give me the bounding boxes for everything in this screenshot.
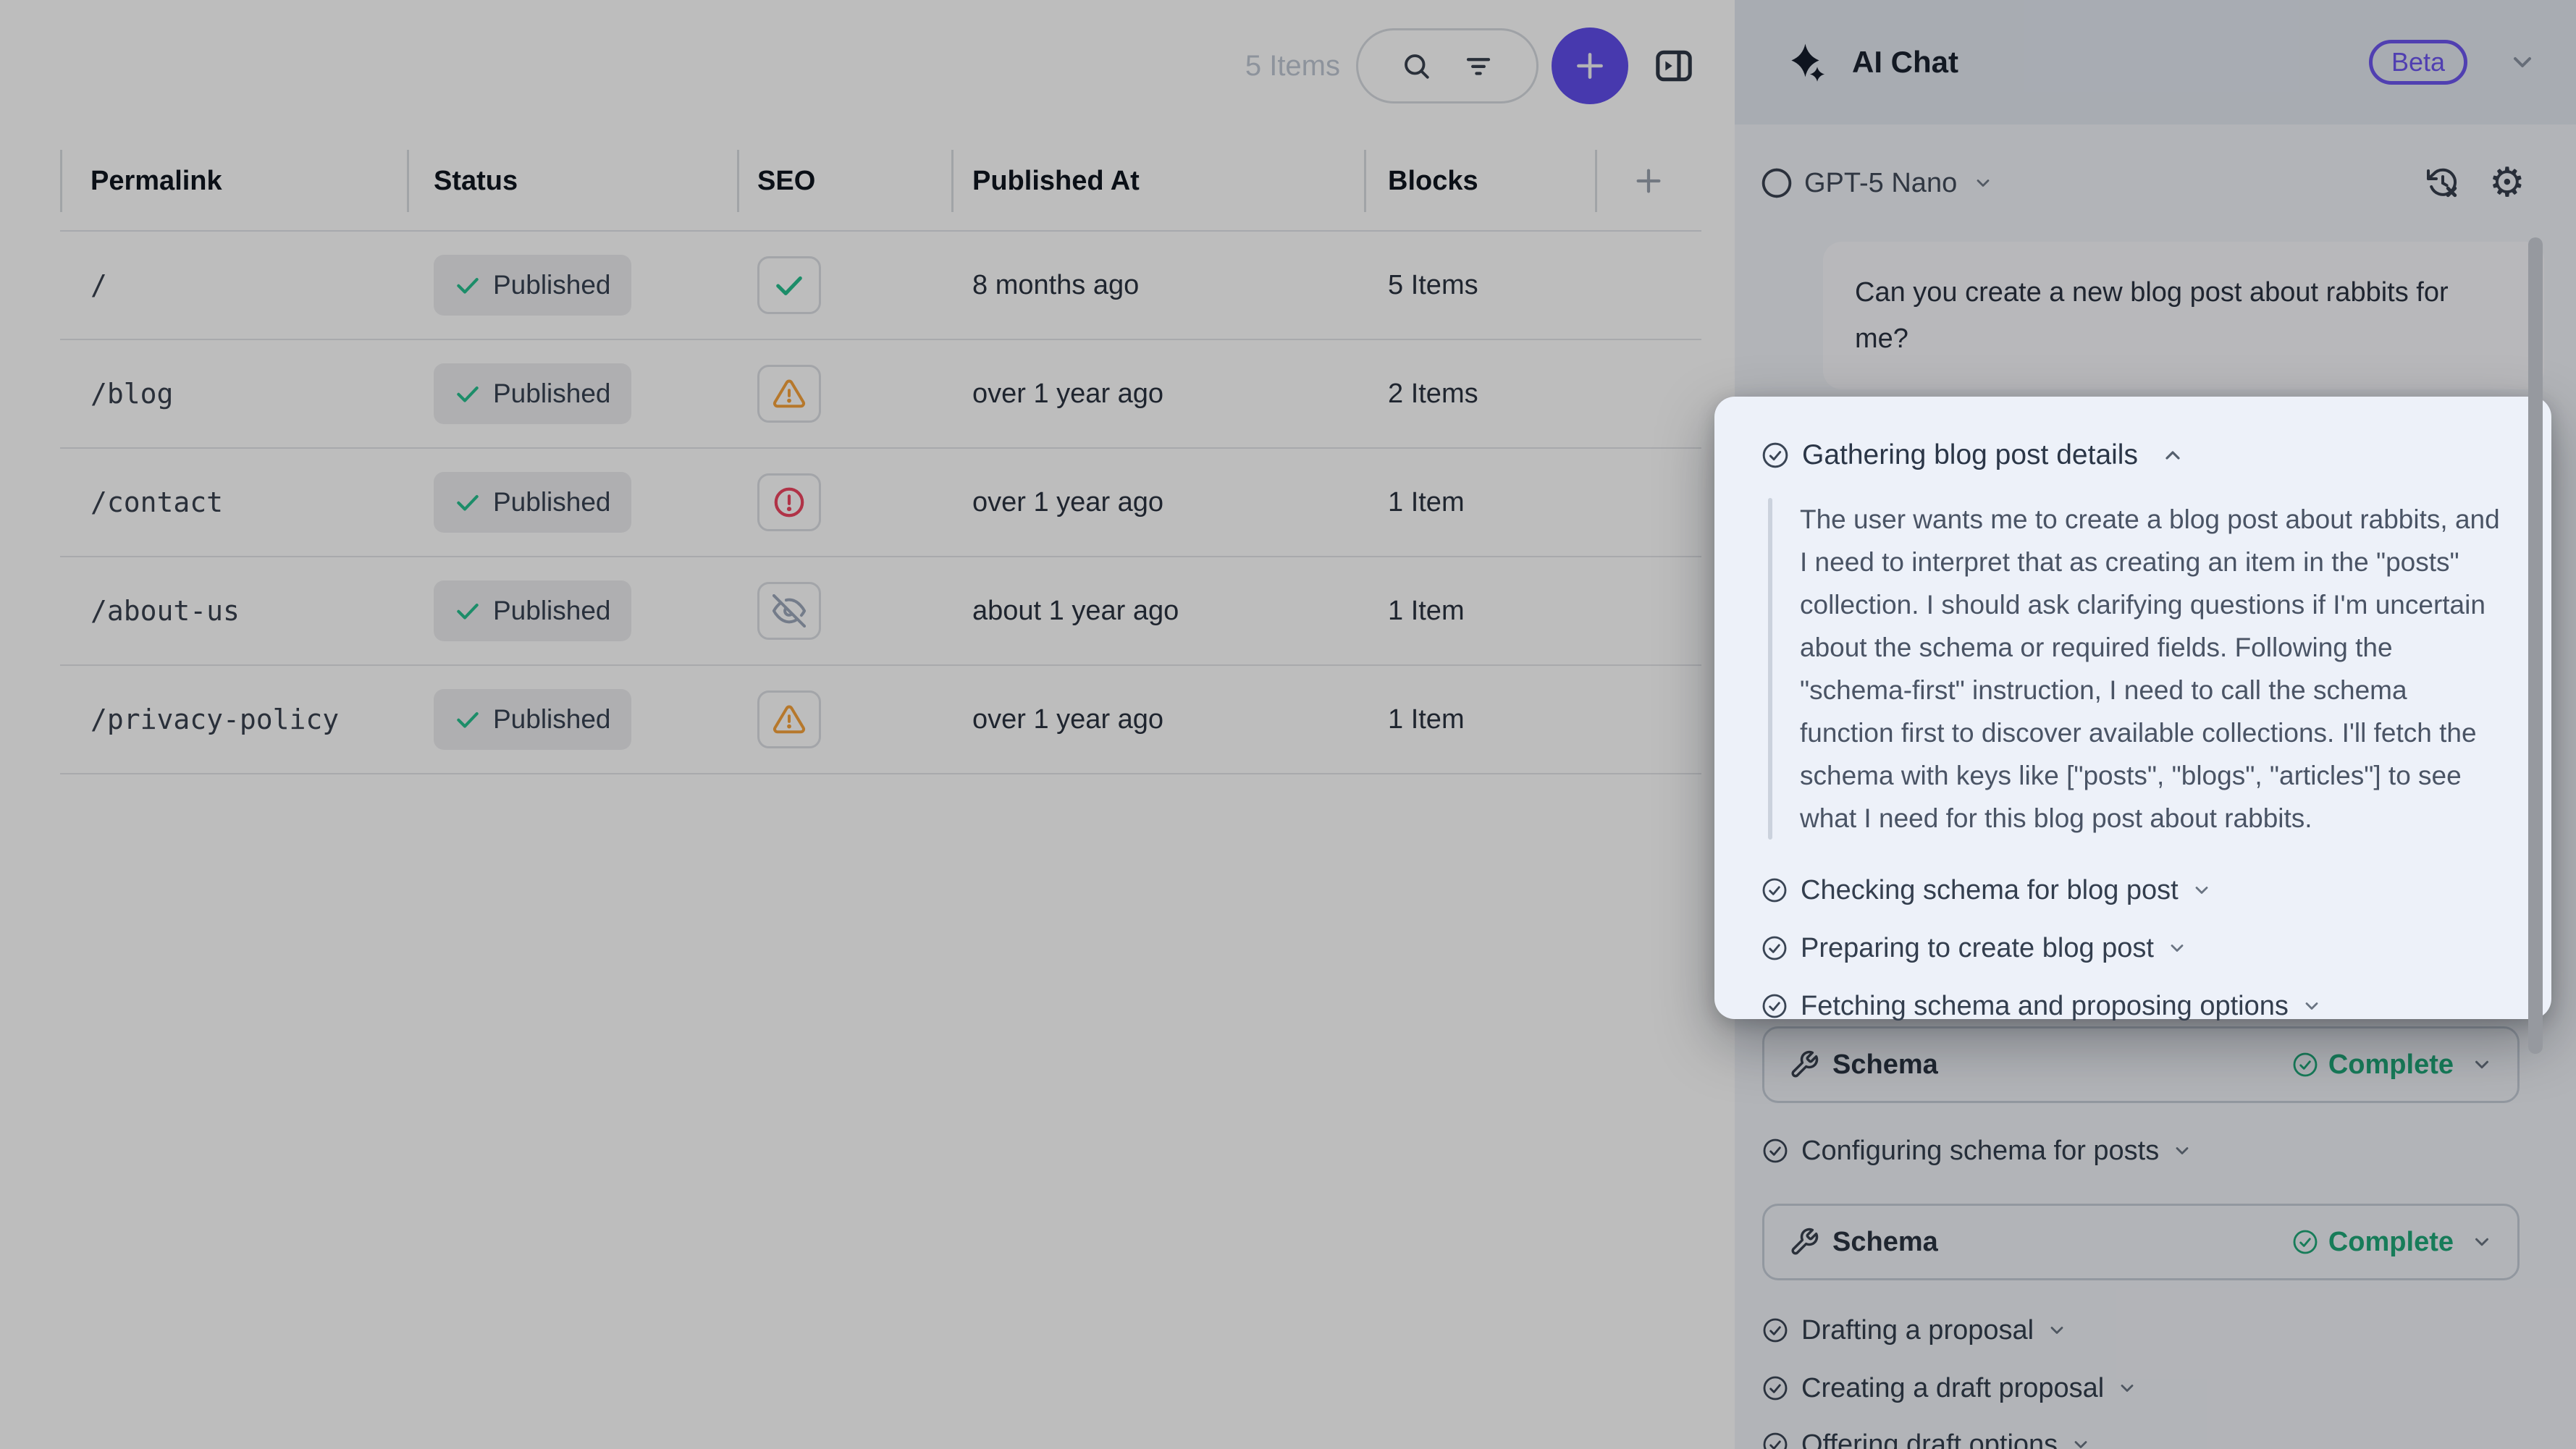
check-circle-icon	[1761, 877, 1788, 903]
check-circle-icon	[1761, 993, 1788, 1019]
reasoning-body-block: The user wants me to create a blog post …	[1768, 498, 2551, 840]
app-window: 5 Items Permalink Status SEO Published A…	[0, 0, 2576, 1449]
reasoning-step-collapsed: Fetching schema and proposing options	[1761, 977, 2551, 1035]
check-circle-icon	[1761, 935, 1788, 961]
reasoning-step-collapsed: Preparing to create blog post	[1761, 919, 2551, 977]
chevron-down-icon[interactable]	[2167, 938, 2187, 958]
step-label: Preparing to create blog post	[1801, 933, 2154, 964]
step-label: Fetching schema and proposing options	[1801, 991, 2289, 1022]
reasoning-header[interactable]: Gathering blog post details	[1761, 430, 2551, 481]
chevron-down-icon[interactable]	[2302, 996, 2322, 1016]
reasoning-body-text: The user wants me to create a blog post …	[1800, 498, 2504, 840]
quote-bar	[1768, 498, 1772, 840]
chevron-up-icon[interactable]	[2161, 444, 2184, 467]
reasoning-spotlight-card: Gathering blog post details The user wan…	[1714, 397, 2551, 1019]
chat-scrollbar-thumb[interactable]	[2528, 237, 2543, 1054]
reasoning-steps: Checking schema for blog post Preparing …	[1761, 861, 2551, 1035]
step-label: Checking schema for blog post	[1801, 875, 2179, 906]
reasoning-step-collapsed: Checking schema for blog post	[1761, 861, 2551, 919]
chevron-down-icon[interactable]	[2192, 880, 2212, 900]
check-circle-icon	[1761, 442, 1789, 469]
reasoning-title: Gathering blog post details	[1802, 439, 2138, 471]
